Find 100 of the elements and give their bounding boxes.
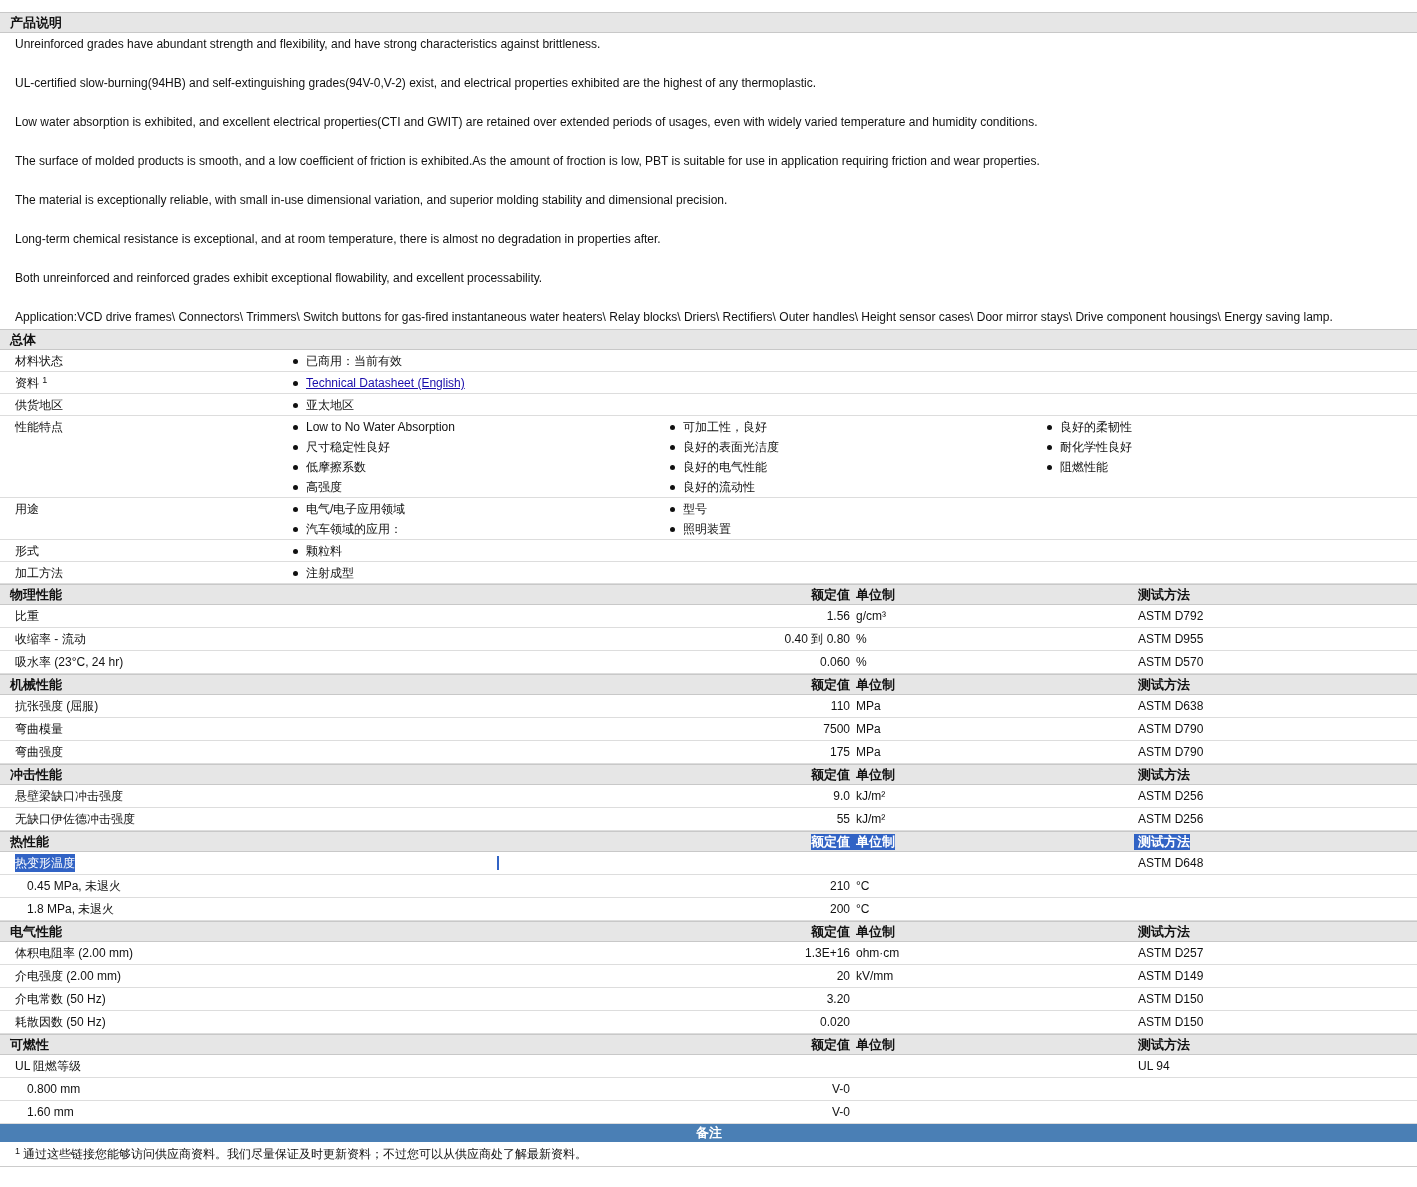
property-name: 1.60 mm [27, 1104, 74, 1121]
bullet-icon [670, 464, 675, 470]
property-value: 已商用：当前有效 [306, 353, 402, 369]
property-value: 型号 [683, 501, 707, 517]
property-name: 比重 [15, 608, 39, 625]
test-method-cell-text: UL 94 [1137, 1058, 1171, 1075]
bullet-icon [670, 526, 675, 532]
column-header: 额定值 [811, 586, 851, 603]
bullet-icon [1047, 444, 1052, 450]
property-name: 悬壁梁缺口冲击强度 [15, 788, 123, 805]
bullet-icon [670, 484, 675, 490]
property-label: 供货地区 [14, 397, 64, 413]
property-name: 吸水率 (23°C, 24 hr) [15, 654, 124, 671]
test-method-cell-text: ASTM D256 [1137, 811, 1205, 828]
property-name: 弯曲模量 [15, 721, 63, 738]
bullet-icon [293, 526, 298, 532]
property-value: 照明装置 [683, 521, 731, 537]
test-method-cell-text: ASTM D149 [1137, 968, 1205, 985]
section-title: 机械性能 [8, 676, 63, 693]
bullet-icon [293, 506, 298, 512]
test-method-cell-text: ASTM D790 [1137, 721, 1205, 738]
column-header: 额定值 [811, 676, 851, 693]
section-title: 可燃性 [9, 1036, 50, 1053]
column-header: 单位制 [855, 586, 895, 603]
description-text: The material is exceptionally reliable, with small in-use dimensional variation, and superior molding stability and dimensional precision. [14, 193, 729, 208]
property-name: 介电强度 (2.00 mm) [15, 968, 121, 985]
column-header: 单位制 [855, 766, 895, 783]
column-header: 单位制 [855, 1036, 895, 1053]
value-cell-text: 0.40 到 0.80 [784, 631, 851, 648]
column-header: 测试方法 [1137, 586, 1190, 603]
property-value: 良好的流动性 [683, 479, 755, 495]
test-method-cell-text: ASTM D570 [1137, 654, 1205, 671]
datasheet-link[interactable]: Technical Datasheet (English) [306, 375, 465, 391]
test-method-cell-text: ASTM D257 [1137, 945, 1205, 962]
unit-cell-text: g/cm³ [855, 608, 887, 625]
property-value: 尺寸稳定性良好 [306, 439, 390, 455]
unit-cell-text: % [855, 654, 868, 671]
property-name: 收缩率 - 流动 [15, 631, 86, 648]
description-text: The surface of molded products is smooth, and a low coefficient of friction is exhibited.As the amount of froction is low, PBT is suitable for use in application requiring friction and wear properties. [14, 154, 1041, 169]
property-label: 加工方法 [14, 565, 64, 581]
column-header: 额定值 [811, 923, 851, 940]
bullet-icon [293, 570, 298, 576]
property-label: 资料 $^{1}$ [14, 375, 49, 391]
value-cell-text: 20 [836, 968, 851, 985]
unit-cell-text: kJ/m² [855, 811, 887, 828]
property-name: 1.8 MPa, 未退火 [27, 901, 115, 918]
value-cell-text: 1.3E+16 [804, 945, 851, 962]
value-cell-text: 7500 [823, 721, 851, 738]
property-name: 无缺口伊佐德冲击强度 [15, 811, 135, 828]
property-value: 汽车领域的应用： [306, 521, 402, 537]
bullet-icon [670, 506, 675, 512]
property-label: 性能特点 [14, 419, 64, 436]
bullet-icon [293, 424, 298, 430]
value-cell-text: 0.060 [819, 654, 851, 671]
column-header: 测试方法 [1137, 766, 1190, 783]
bullet-icon [670, 424, 675, 430]
bullet-icon [1047, 424, 1052, 430]
test-method-cell-text: ASTM D648 [1137, 855, 1205, 872]
description-text: Unreinforced grades have abundant strength and flexibility, and have strong characteristics against brittleness. [14, 37, 602, 52]
property-value: 阻燃性能 [1060, 459, 1108, 475]
unit-cell-text: °C [855, 901, 871, 918]
text-cursor-icon [497, 856, 499, 870]
test-method-cell-text: ASTM D792 [1137, 608, 1205, 625]
bullet-icon [670, 444, 675, 450]
unit-cell-text: kV/mm [855, 968, 895, 985]
test-method-cell-text: ASTM D638 [1137, 698, 1205, 715]
property-label: 用途 [14, 501, 40, 518]
property-value: 可加工性，良好 [683, 419, 767, 435]
column-header: 单位制 [855, 676, 895, 693]
value-cell-text: 200 [829, 901, 851, 918]
description-text: Application:VCD drive frames\ Connectors\ Trimmers\ Switch buttons for gas-fired instantaneous water heaters\ Relay blocks\ Driers\ Rectifiers\ Outer handles\ Height sensor cases\ Door mirror stays\ Drive component housings\ Energy saving lamp. [14, 310, 1334, 325]
column-header: 测试方法 [1137, 923, 1190, 940]
bullet-icon [293, 380, 298, 386]
column-header: 单位制 [855, 923, 895, 940]
value-cell-text: 110 [830, 698, 851, 715]
test-method-cell-text: ASTM D256 [1137, 788, 1205, 805]
property-value: 注射成型 [306, 565, 354, 581]
column-header: 测试方法 [1134, 833, 1190, 850]
property-name: 热变形温度 [15, 854, 75, 872]
bullet-icon [293, 484, 298, 490]
bullet-icon [293, 548, 298, 554]
description-text: Low water absorption is exhibited, and excellent electrical properties(CTI and GWIT) are retained over extended periods of usages, even with widely varied temperature and humidity conditions. [14, 115, 1039, 130]
section-title: 产品说明 [9, 14, 63, 31]
footnote-text: $^{1}$ 通过这些链接您能够访问供应商资料。我们尽量保证及时更新资料；不过您可以从供应商处了解最新资料。 [0, 1142, 1417, 1167]
property-name: 抗张强度 (屈服) [15, 698, 99, 715]
bullet-icon [293, 402, 298, 408]
section-title: 总体 [8, 331, 37, 348]
property-value: 电气/电子应用领域 [306, 501, 406, 517]
column-header: 额定值 [811, 833, 852, 850]
section-title: 冲击性能 [9, 766, 63, 783]
unit-cell-text: % [855, 631, 868, 648]
column-header: 额定值 [811, 1036, 851, 1053]
property-value: 良好的电气性能 [683, 459, 767, 475]
description-text: Long-term chemical resistance is exceptional, and at room temperature, there is almost no degradation in properties after. [14, 232, 662, 247]
property-value: 颗粒料 [306, 543, 342, 559]
property-name: 体积电阻率 (2.00 mm) [15, 945, 133, 962]
column-header: 单位制 [852, 833, 895, 850]
bullet-icon [293, 444, 298, 450]
property-value: 良好的柔韧性 [1060, 419, 1132, 435]
test-method-cell-text: ASTM D150 [1137, 1014, 1205, 1031]
